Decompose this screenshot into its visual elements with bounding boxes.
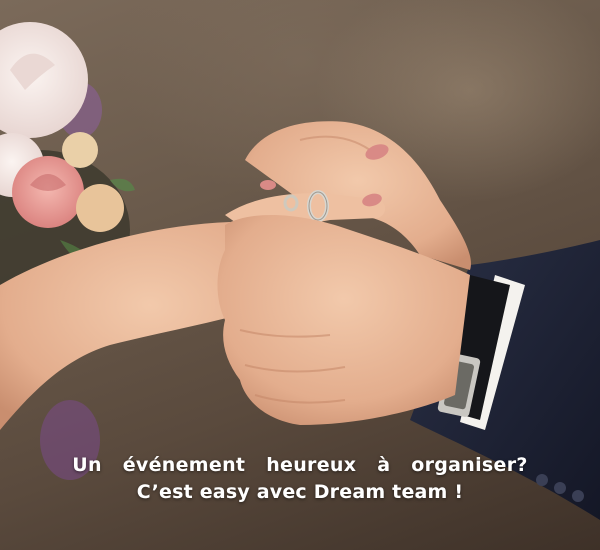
headline: Un événement heureux à organiser? C’est … <box>0 452 600 506</box>
headline-line-2: C’est easy avec Dream team ! <box>136 481 464 503</box>
pink-rose <box>12 156 84 228</box>
headline-line-1: Un événement heureux à organiser? <box>72 454 528 476</box>
hero-banner: Un événement heureux à organiser? C’est … <box>0 0 600 550</box>
